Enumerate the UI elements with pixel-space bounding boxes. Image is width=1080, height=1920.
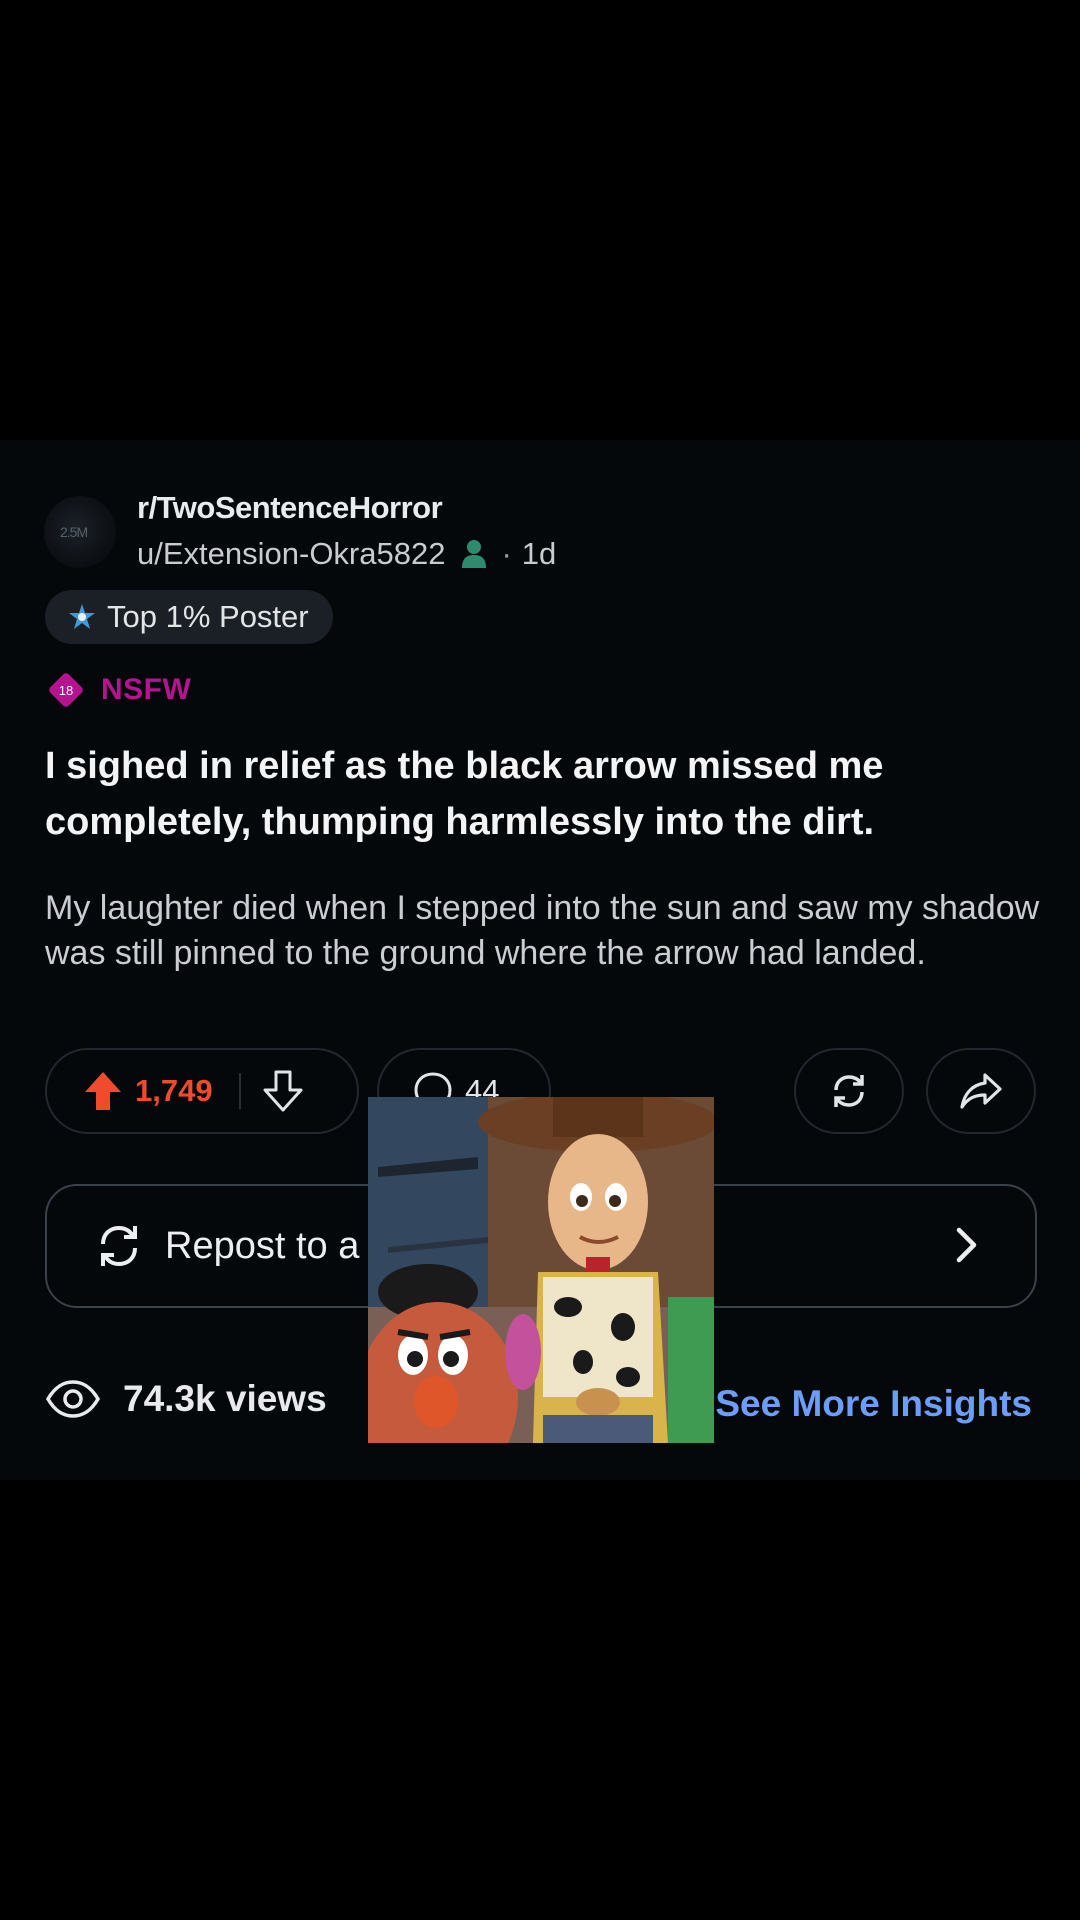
post-age: 1d: [521, 536, 557, 571]
online-user-icon: [461, 539, 487, 569]
nsfw-tag: 18 NSFW: [47, 671, 191, 709]
repost-community-icon: [101, 1225, 137, 1267]
share-button[interactable]: [926, 1048, 1036, 1134]
video-overlay[interactable]: [368, 1097, 714, 1443]
eye-icon: [45, 1380, 101, 1418]
view-count: 74.3k views: [123, 1378, 327, 1419]
separator-dot: ·: [501, 536, 512, 571]
vote-divider: [238, 1073, 241, 1109]
cartoon-video-frame: [368, 1097, 714, 1443]
subreddit-name[interactable]: r/TwoSentenceHorror: [137, 490, 443, 526]
top-poster-icon: [69, 604, 95, 629]
vote-count: 1,749: [135, 1073, 213, 1108]
avatar-text: 2.5M: [60, 524, 88, 540]
post-title[interactable]: I sighed in relief as the black arrow mi…: [45, 738, 1045, 850]
see-more-insights-link[interactable]: See More Insights: [715, 1383, 1032, 1425]
post-body[interactable]: My laughter died when I stepped into the…: [45, 886, 1045, 976]
upvote-icon[interactable]: [83, 1070, 123, 1112]
subreddit-avatar[interactable]: 2.5M: [44, 496, 116, 568]
share-icon: [960, 1073, 1002, 1109]
vote-bar: 1,749: [45, 1048, 359, 1134]
user-flair: Top 1% Poster: [45, 590, 333, 644]
nsfw-badge-number: 18: [59, 683, 73, 698]
downvote-icon[interactable]: [263, 1070, 303, 1112]
views-row: 74.3k views: [45, 1378, 327, 1420]
nsfw-icon: 18: [47, 671, 85, 709]
flair-label: Top 1% Poster: [107, 599, 309, 634]
post-meta: u/Extension-Okra5822 · 1d: [137, 536, 556, 572]
chevron-right-icon: [956, 1227, 977, 1263]
crosspost-button[interactable]: [794, 1048, 904, 1134]
nsfw-label: NSFW: [101, 673, 192, 706]
repost-icon: [834, 1075, 864, 1107]
username[interactable]: u/Extension-Okra5822: [137, 536, 445, 572]
